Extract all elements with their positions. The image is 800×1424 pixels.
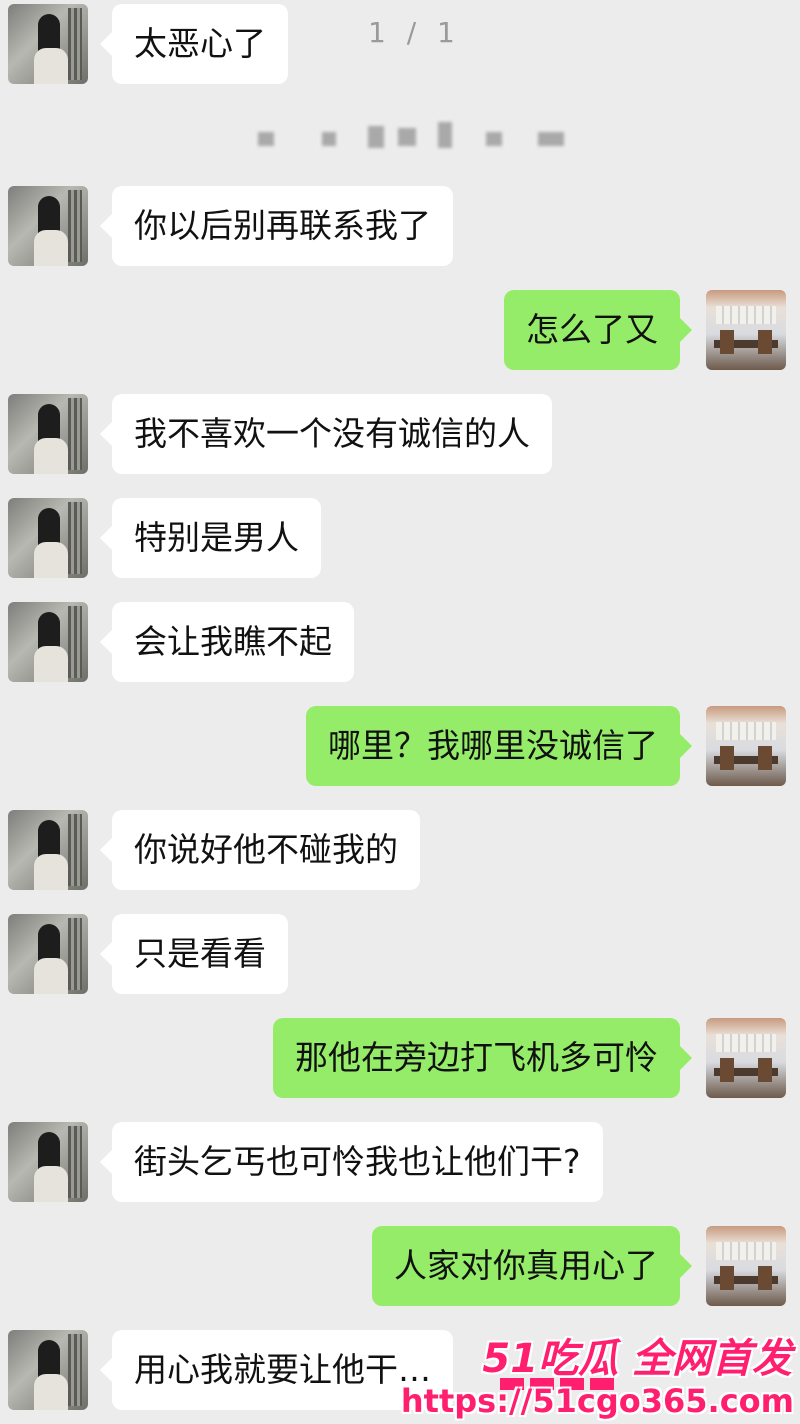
watermark-url: https://51cgo365.com [400, 1382, 794, 1420]
blurred-timestamp [258, 120, 568, 160]
message-row: 你以后别再联系我了 [0, 186, 800, 268]
contact-avatar[interactable] [8, 498, 88, 578]
message-row: 我不喜欢一个没有诚信的人 [0, 394, 800, 476]
contact-avatar[interactable] [8, 394, 88, 474]
message-row: 只是看看 [0, 914, 800, 996]
watermark-brand: 51吃瓜 全网首发 [482, 1336, 792, 1382]
watermark: 51吃瓜 全网首发 https://51cgo365.com [401, 1326, 800, 1424]
message-row: 那他在旁边打飞机多可怜 [0, 1018, 800, 1100]
outgoing-message[interactable]: 哪里？我哪里没诚信了 [306, 706, 692, 786]
incoming-message[interactable]: 街头乞丐也可怜我也让他们干? [100, 1122, 603, 1202]
contact-avatar[interactable] [8, 1122, 88, 1202]
contact-avatar[interactable] [8, 4, 88, 84]
message-row: 会让我瞧不起 [0, 602, 800, 684]
message-row: 街头乞丐也可怜我也让他们干? [0, 1122, 800, 1204]
message-row: 怎么了又 [0, 290, 800, 372]
incoming-message[interactable]: 你说好他不碰我的 [100, 810, 420, 890]
outgoing-message[interactable]: 那他在旁边打飞机多可怜 [273, 1018, 692, 1098]
message-row: 特别是男人 [0, 498, 800, 580]
contact-avatar[interactable] [8, 186, 88, 266]
contact-avatar[interactable] [8, 602, 88, 682]
incoming-message[interactable]: 只是看看 [100, 914, 288, 994]
incoming-message[interactable]: 你以后别再联系我了 [100, 186, 453, 266]
incoming-message[interactable]: 特别是男人 [100, 498, 321, 578]
self-avatar[interactable] [706, 706, 786, 786]
outgoing-message[interactable]: 人家对你真用心了 [372, 1226, 692, 1306]
incoming-message[interactable]: 会让我瞧不起 [100, 602, 354, 682]
message-row: 你说好他不碰我的 [0, 810, 800, 892]
contact-avatar[interactable] [8, 1330, 88, 1410]
self-avatar[interactable] [706, 1226, 786, 1306]
contact-avatar[interactable] [8, 914, 88, 994]
message-row: 太恶心了 [0, 4, 800, 86]
incoming-message[interactable]: 太恶心了 [100, 4, 288, 84]
message-row: 哪里？我哪里没诚信了 [0, 706, 800, 788]
chat-area[interactable]: 1 / 1 太恶心了 你以后别再联系我了 怎么了又 我不喜欢一个没有诚信的人 特… [0, 0, 800, 1424]
message-row: 人家对你真用心了 [0, 1226, 800, 1308]
outgoing-message[interactable]: 怎么了又 [504, 290, 692, 370]
self-avatar[interactable] [706, 290, 786, 370]
contact-avatar[interactable] [8, 810, 88, 890]
incoming-message[interactable]: 我不喜欢一个没有诚信的人 [100, 394, 552, 474]
self-avatar[interactable] [706, 1018, 786, 1098]
